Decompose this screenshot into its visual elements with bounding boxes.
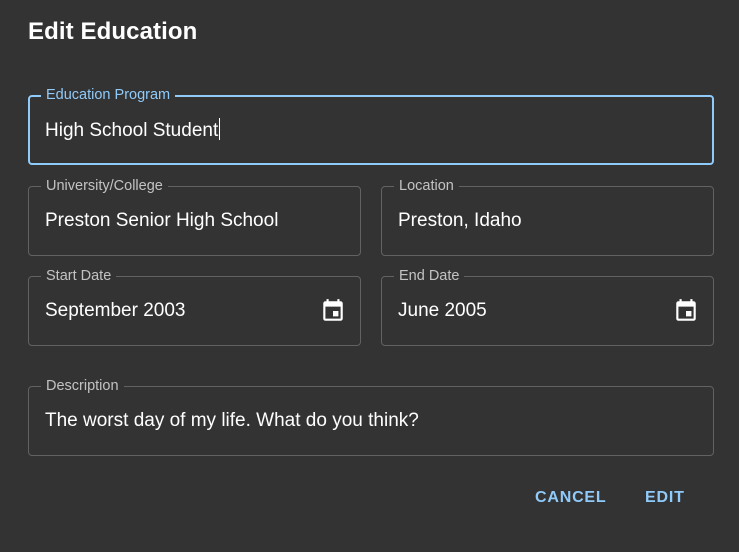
end-date-input[interactable]: June 2005: [398, 300, 487, 322]
education-program-input[interactable]: High School Student: [45, 118, 221, 142]
description-label: Description: [41, 377, 124, 395]
calendar-icon[interactable]: [673, 298, 699, 324]
description-input[interactable]: The worst day of my life. What do you th…: [45, 410, 419, 432]
dialog-title: Edit Education: [28, 18, 198, 45]
text-caret: [219, 118, 221, 140]
description-field[interactable]: Description The worst day of my life. Wh…: [28, 377, 714, 456]
end-date-field[interactable]: End Date June 2005: [381, 267, 714, 346]
end-date-label: End Date: [394, 267, 465, 285]
location-label: Location: [394, 177, 459, 195]
location-field[interactable]: Location Preston, Idaho: [381, 177, 714, 256]
university-college-label: University/College: [41, 177, 168, 195]
start-date-label: Start Date: [41, 267, 117, 285]
education-program-field[interactable]: Education Program High School Student: [28, 86, 714, 165]
cancel-button[interactable]: CANCEL: [527, 484, 614, 512]
education-program-value: High School Student: [45, 120, 219, 141]
edit-education-dialog: Edit Education Education Program High Sc…: [0, 0, 739, 552]
university-college-input[interactable]: Preston Senior High School: [45, 210, 278, 232]
location-input[interactable]: Preston, Idaho: [398, 210, 522, 232]
university-college-field[interactable]: University/College Preston Senior High S…: [28, 177, 361, 256]
edit-button[interactable]: EDIT: [637, 484, 693, 512]
calendar-icon[interactable]: [320, 298, 346, 324]
start-date-input[interactable]: September 2003: [45, 300, 186, 322]
start-date-field[interactable]: Start Date September 2003: [28, 267, 361, 346]
education-program-label: Education Program: [41, 86, 176, 104]
